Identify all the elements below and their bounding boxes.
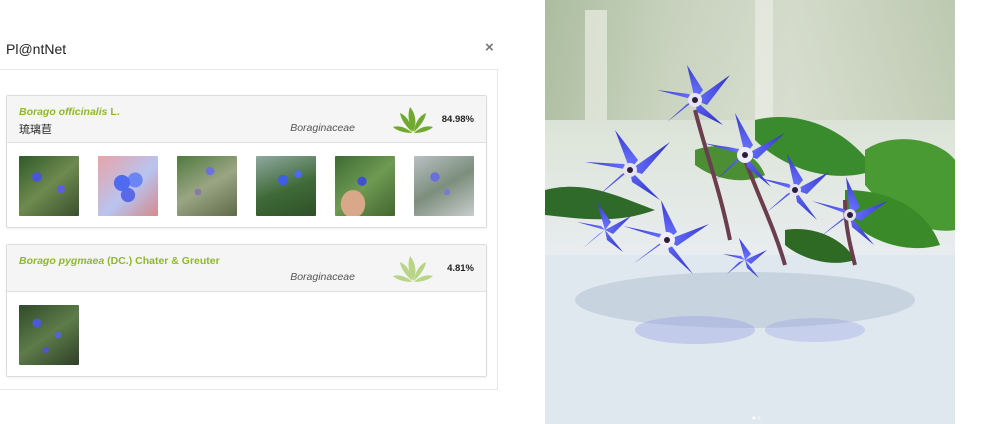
confidence-score: 84.98% (441, 114, 474, 125)
thumbnail-strip (7, 143, 486, 227)
query-photo (545, 0, 955, 424)
panel-header: Pl@ntNet × (0, 30, 498, 70)
species-author: (DC.) Chater & Greuter (107, 255, 220, 267)
family-name: Boraginaceae (290, 122, 355, 134)
leaf-score-icon (393, 256, 433, 282)
close-icon[interactable]: × (485, 39, 494, 56)
thumbnail-image[interactable] (256, 156, 316, 216)
confidence-score: 4.81% (447, 263, 474, 274)
thumbnail-strip (7, 292, 486, 376)
result-card: Borago pygmaea (DC.) Chater & Greuter Bo… (6, 244, 487, 377)
common-name: 琉璃苣 (19, 124, 52, 136)
scientific-name: Borago pygmaea (19, 255, 105, 267)
species-name-link[interactable]: Borago officinalis L. (19, 106, 120, 118)
scientific-name: Borago officinalis (19, 106, 108, 118)
species-author: L. (110, 106, 120, 118)
species-name-link[interactable]: Borago pygmaea (DC.) Chater & Greuter (19, 255, 220, 267)
thumbnail-image[interactable] (177, 156, 237, 216)
leaf-score-icon (393, 107, 433, 133)
result-card-header: Borago pygmaea (DC.) Chater & Greuter Bo… (7, 245, 486, 292)
plantnet-panel: Pl@ntNet × Borago officinalis L. 琉璃苣 Bor… (0, 0, 545, 424)
thumbnail-image[interactable] (98, 156, 158, 216)
results-list: Borago officinalis L. 琉璃苣 Boraginaceae 8… (0, 70, 498, 390)
result-card: Borago officinalis L. 琉璃苣 Boraginaceae 8… (6, 95, 487, 228)
app-title: Pl@ntNet (6, 41, 67, 57)
family-name: Boraginaceae (290, 271, 355, 283)
thumbnail-image[interactable] (335, 156, 395, 216)
thumbnail-image[interactable] (414, 156, 474, 216)
thumbnail-image[interactable] (19, 156, 79, 216)
result-card-header: Borago officinalis L. 琉璃苣 Boraginaceae 8… (7, 96, 486, 143)
borage-photo-image (545, 0, 955, 424)
thumbnail-image[interactable] (19, 305, 79, 365)
